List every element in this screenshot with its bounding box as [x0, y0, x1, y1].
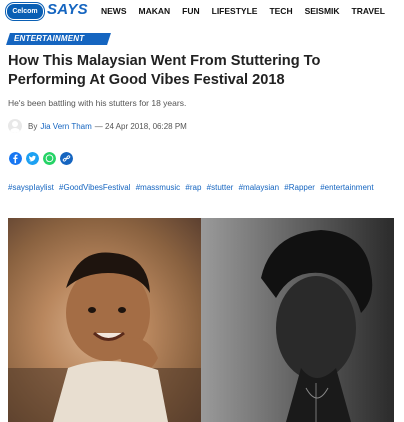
nav-item-makan[interactable]: MAKAN: [139, 6, 171, 16]
tag-link[interactable]: #Rapper: [284, 183, 315, 192]
whatsapp-icon[interactable]: [43, 152, 56, 165]
tag-link[interactable]: #sayspIaylist: [8, 183, 54, 192]
main-nav: NEWS MAKAN FUN LIFESTYLE TECH SEISMIK TR…: [101, 6, 385, 16]
author-link[interactable]: Jia Vern Tham: [40, 122, 91, 131]
category-label: ENTERTAINMENT: [14, 34, 85, 43]
tag-link[interactable]: #massmusic: [136, 183, 180, 192]
nav-item-lifestyle[interactable]: LIFESTYLE: [212, 6, 258, 16]
nav-item-news[interactable]: NEWS: [101, 6, 127, 16]
author-avatar-icon[interactable]: [8, 119, 22, 133]
article-hero-image: [8, 218, 394, 422]
tag-link[interactable]: #stutter: [207, 183, 234, 192]
portrait-photo: [201, 218, 394, 422]
nav-item-travel[interactable]: TRAVEL: [352, 6, 385, 16]
site-header: Celcom SAYS NEWS MAKAN FUN LIFESTYLE TEC…: [0, 0, 404, 22]
facebook-icon[interactable]: [9, 152, 22, 165]
nav-item-fun[interactable]: FUN: [182, 6, 199, 16]
by-label: By: [28, 121, 38, 131]
article-subtitle: He's been battling with his stutters for…: [8, 98, 187, 108]
says-logo[interactable]: SAYS: [47, 1, 88, 18]
twitter-icon[interactable]: [26, 152, 39, 165]
share-bar: [9, 152, 73, 165]
nav-item-tech[interactable]: TECH: [269, 6, 292, 16]
nav-item-seismik[interactable]: SEISMIK: [305, 6, 340, 16]
byline: By Jia Vern Tham — 24 Apr 2018, 06:28 PM: [8, 119, 187, 133]
tag-link[interactable]: #entertainment: [320, 183, 373, 192]
tag-link[interactable]: #malaysian: [239, 183, 279, 192]
tag-link[interactable]: #rap: [185, 183, 201, 192]
tag-list: #sayspIaylist #GoodVibesFestival #massmu…: [8, 181, 388, 194]
article-title: How This Malaysian Went From Stuttering …: [8, 53, 321, 88]
celcom-logo[interactable]: Celcom: [6, 3, 44, 20]
category-badge[interactable]: ENTERTAINMENT: [6, 33, 111, 45]
childhood-photo: [8, 218, 201, 422]
tag-link[interactable]: #GoodVibesFestival: [59, 183, 130, 192]
link-icon[interactable]: [60, 152, 73, 165]
publish-date: — 24 Apr 2018, 06:28 PM: [94, 121, 187, 131]
